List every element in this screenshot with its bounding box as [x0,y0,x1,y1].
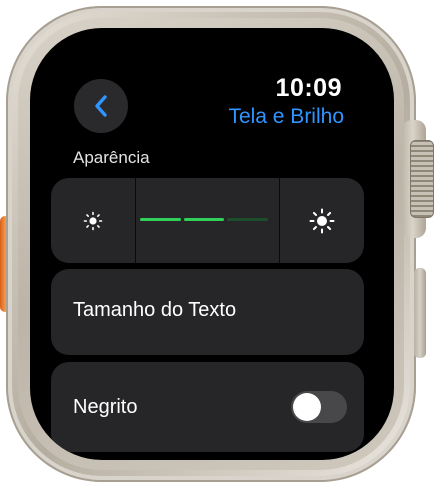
page-title: Tela e Brilho [228,105,344,128]
bold-text-row: Negrito [51,362,364,452]
chevron-left-icon [95,95,107,117]
brightness-increase-button[interactable] [280,178,364,263]
text-size-row[interactable]: Tamanho do Texto [51,269,364,355]
brightness-level-indicator [140,218,269,221]
brightness-level-segment [183,218,225,221]
appearance-section-label: Aparência [73,148,150,167]
brightness-control [51,178,364,263]
brightness-level-segment [140,218,181,221]
watch-stage: 10:09 Tela e Brilho Aparência Tamanho do… [0,0,439,489]
status-time: 10:09 [275,74,342,102]
side-button[interactable] [414,268,426,358]
sun-small-icon [83,211,103,230]
text-size-label: Tamanho do Texto [73,299,237,321]
brightness-level-segment [227,218,269,221]
screen-contents: 10:09 Tela e Brilho Aparência Tamanho do… [30,28,394,460]
toggle-knob [293,393,321,421]
digital-crown[interactable] [410,140,434,218]
sun-large-icon [309,208,335,233]
brightness-decrease-button[interactable] [51,178,135,263]
bold-text-toggle[interactable] [291,391,347,423]
bold-text-label: Negrito [73,396,138,418]
screen-clip: 10:09 Tela e Brilho Aparência Tamanho do… [30,28,394,460]
back-button[interactable] [74,79,128,133]
